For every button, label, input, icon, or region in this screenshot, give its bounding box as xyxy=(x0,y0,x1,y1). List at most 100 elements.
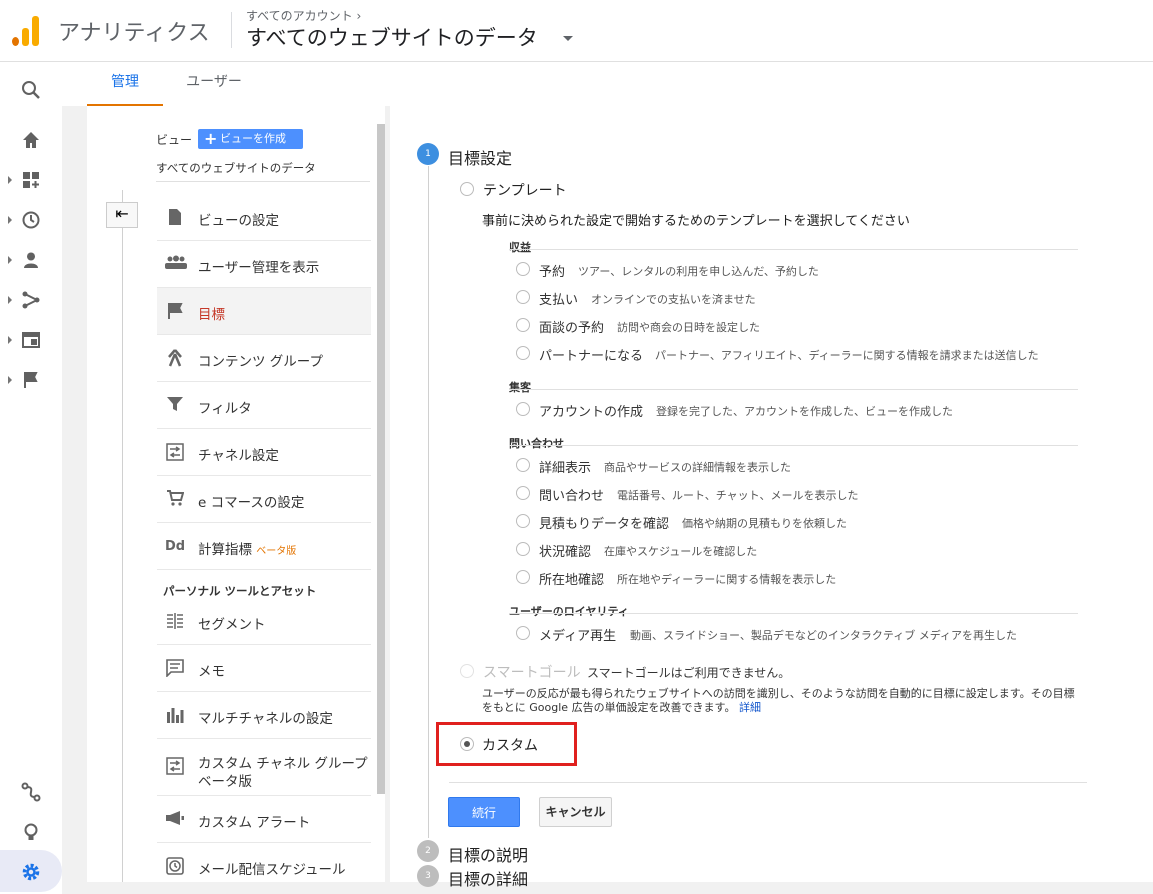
search-icon xyxy=(22,81,40,99)
smart-goal-radio[interactable] xyxy=(460,664,474,678)
template-media-play-radio[interactable] xyxy=(516,626,530,640)
rail-acquisition[interactable] xyxy=(0,280,62,320)
continue-button[interactable]: 続行 xyxy=(448,797,520,827)
view-selector[interactable]: すべてのウェブサイトのデータ xyxy=(156,160,316,176)
channel-icon xyxy=(165,443,185,463)
template-find-location-label: 所在地確認 xyxy=(539,573,605,588)
acquisition-icon xyxy=(22,291,40,309)
memo-icon xyxy=(165,659,185,679)
template-check-status-label: 状況確認 xyxy=(539,545,592,560)
template-reserve-radio[interactable] xyxy=(516,262,530,276)
nav-multichannel-settings[interactable]: マルチチャネルの設定 xyxy=(157,692,371,739)
column-scrollbar[interactable] xyxy=(377,124,385,794)
nav-segments[interactable]: セグメント xyxy=(157,598,371,645)
template-contact-desc: 電話番号、ルート、チャット、メールを表示した xyxy=(617,489,859,502)
nav-filters[interactable]: フィルタ xyxy=(157,382,371,429)
template-radio[interactable] xyxy=(460,182,474,196)
document-icon xyxy=(165,208,185,228)
rail-attribution[interactable] xyxy=(0,772,62,812)
template-appointment-radio[interactable] xyxy=(516,318,530,332)
template-media-play-desc: 動画、スライドショー、製品デモなどのインタラクティブ メディアを再生した xyxy=(630,629,1017,642)
template-contact-radio[interactable] xyxy=(516,486,530,500)
nav-channel-settings[interactable]: チャネル設定 xyxy=(157,429,371,476)
filter-icon xyxy=(165,396,185,416)
nav-custom-channel-grouping[interactable]: カスタム チャネル グループ ベータ版 xyxy=(157,739,371,796)
tree-line xyxy=(122,190,123,882)
rail-customization[interactable] xyxy=(0,160,62,200)
template-create-account-radio[interactable] xyxy=(516,402,530,416)
template-partner-radio[interactable] xyxy=(516,346,530,360)
rail-conversions[interactable] xyxy=(0,360,62,400)
tab-user[interactable]: ユーザー xyxy=(174,62,254,106)
smart-goal-label: スマートゴール xyxy=(483,665,581,681)
template-quote-radio[interactable] xyxy=(516,514,530,528)
back-arrow-button[interactable]: ⇤ xyxy=(106,202,138,228)
property-selector[interactable]: すべてのウェブサイトのデータ xyxy=(246,22,538,52)
flag-icon xyxy=(24,372,38,388)
segment-icon xyxy=(165,612,185,632)
rail-audience[interactable] xyxy=(0,240,62,280)
category-loyalty: ユーザーのロイヤリティ xyxy=(509,605,629,618)
rail-admin[interactable] xyxy=(0,852,62,892)
nav-goals[interactable]: 目標 xyxy=(157,288,371,335)
category-revenue: 収益 xyxy=(509,241,531,254)
chevron-down-icon[interactable] xyxy=(563,36,573,41)
lightbulb-icon xyxy=(24,823,38,840)
category-divider xyxy=(509,445,1078,446)
expand-arrow-icon xyxy=(8,216,12,224)
template-find-location-radio[interactable] xyxy=(516,570,530,584)
nav-view-settings[interactable]: ビューの設定 xyxy=(157,194,371,241)
template-view-details-desc: 商品やサービスの詳細情報を表示した xyxy=(604,461,791,474)
nav-calculated-metrics[interactable]: Dd 計算指標 ベータ版 xyxy=(157,523,371,570)
channel-icon xyxy=(165,757,185,777)
step-3-indicator: 3 xyxy=(417,865,439,887)
analytics-logo-icon[interactable] xyxy=(12,14,40,46)
template-view-details-radio[interactable] xyxy=(516,458,530,472)
cancel-button[interactable]: キャンセル xyxy=(539,797,612,827)
tab-admin[interactable]: 管理 xyxy=(87,62,163,106)
nav-user-management[interactable]: ユーザー管理を表示 xyxy=(157,241,371,288)
admin-tabs: 管理 ユーザー xyxy=(62,62,1153,106)
template-payment-radio[interactable] xyxy=(516,290,530,304)
create-view-button[interactable]: + ビューを作成 xyxy=(198,129,303,149)
template-check-status-desc: 在庫やスケジュールを確認した xyxy=(604,545,758,558)
cart-icon xyxy=(165,490,185,510)
nav-scheduled-emails[interactable]: メール配信スケジュール xyxy=(157,843,371,890)
template-quote-label: 見積もりデータを確認 xyxy=(539,517,670,532)
nav-content-grouping[interactable]: コンテンツ グループ xyxy=(157,335,371,382)
category-divider xyxy=(509,613,1078,614)
category-acquisition: 集客 xyxy=(509,381,531,394)
category-divider xyxy=(509,389,1078,390)
template-reserve-label: 予約 xyxy=(539,265,566,280)
template-label: テンプレート xyxy=(483,183,567,199)
rail-behavior[interactable] xyxy=(0,320,62,360)
custom-radio[interactable] xyxy=(460,737,474,751)
content-group-icon xyxy=(165,349,185,369)
nav-annotations[interactable]: メモ xyxy=(157,645,371,692)
template-find-location-desc: 所在地やディーラーに関する情報を表示した xyxy=(617,573,837,586)
learn-more-link[interactable]: 詳細 xyxy=(739,701,761,714)
smart-goal-unavailable-note: スマートゴールはご利用できません。 xyxy=(587,666,791,680)
rail-realtime[interactable] xyxy=(0,200,62,240)
template-check-status-radio[interactable] xyxy=(516,542,530,556)
view-label: ビュー xyxy=(156,133,193,147)
home-icon xyxy=(23,132,39,148)
nav-ecommerce-settings[interactable]: e コマースの設定 xyxy=(157,476,371,523)
smart-goal-desc-2: をもとに Google 広告の単価設定を改善できます。 詳細 xyxy=(482,701,761,714)
nav-custom-alerts[interactable]: カスタム アラート xyxy=(157,796,371,843)
template-appointment-label: 面談の予約 xyxy=(539,321,605,336)
back-arrow-icon: ⇤ xyxy=(115,204,129,223)
rail-discover[interactable] xyxy=(0,812,62,852)
template-create-account-label: アカウントの作成 xyxy=(539,405,644,420)
top-header: アナリティクス すべてのアカウント › すべてのウェブサイトのデータ xyxy=(0,0,1153,62)
left-rail xyxy=(0,62,62,894)
personal-tools-header: パーソナル ツールとアセット xyxy=(163,584,317,598)
step-2-indicator: 2 xyxy=(417,840,439,862)
rail-search[interactable] xyxy=(0,70,62,110)
attribution-icon xyxy=(21,782,41,802)
view-selector-underline xyxy=(156,181,370,182)
megaphone-icon xyxy=(165,810,185,830)
rail-home[interactable] xyxy=(0,120,62,160)
users-icon xyxy=(165,255,187,275)
clock-icon xyxy=(22,211,40,229)
